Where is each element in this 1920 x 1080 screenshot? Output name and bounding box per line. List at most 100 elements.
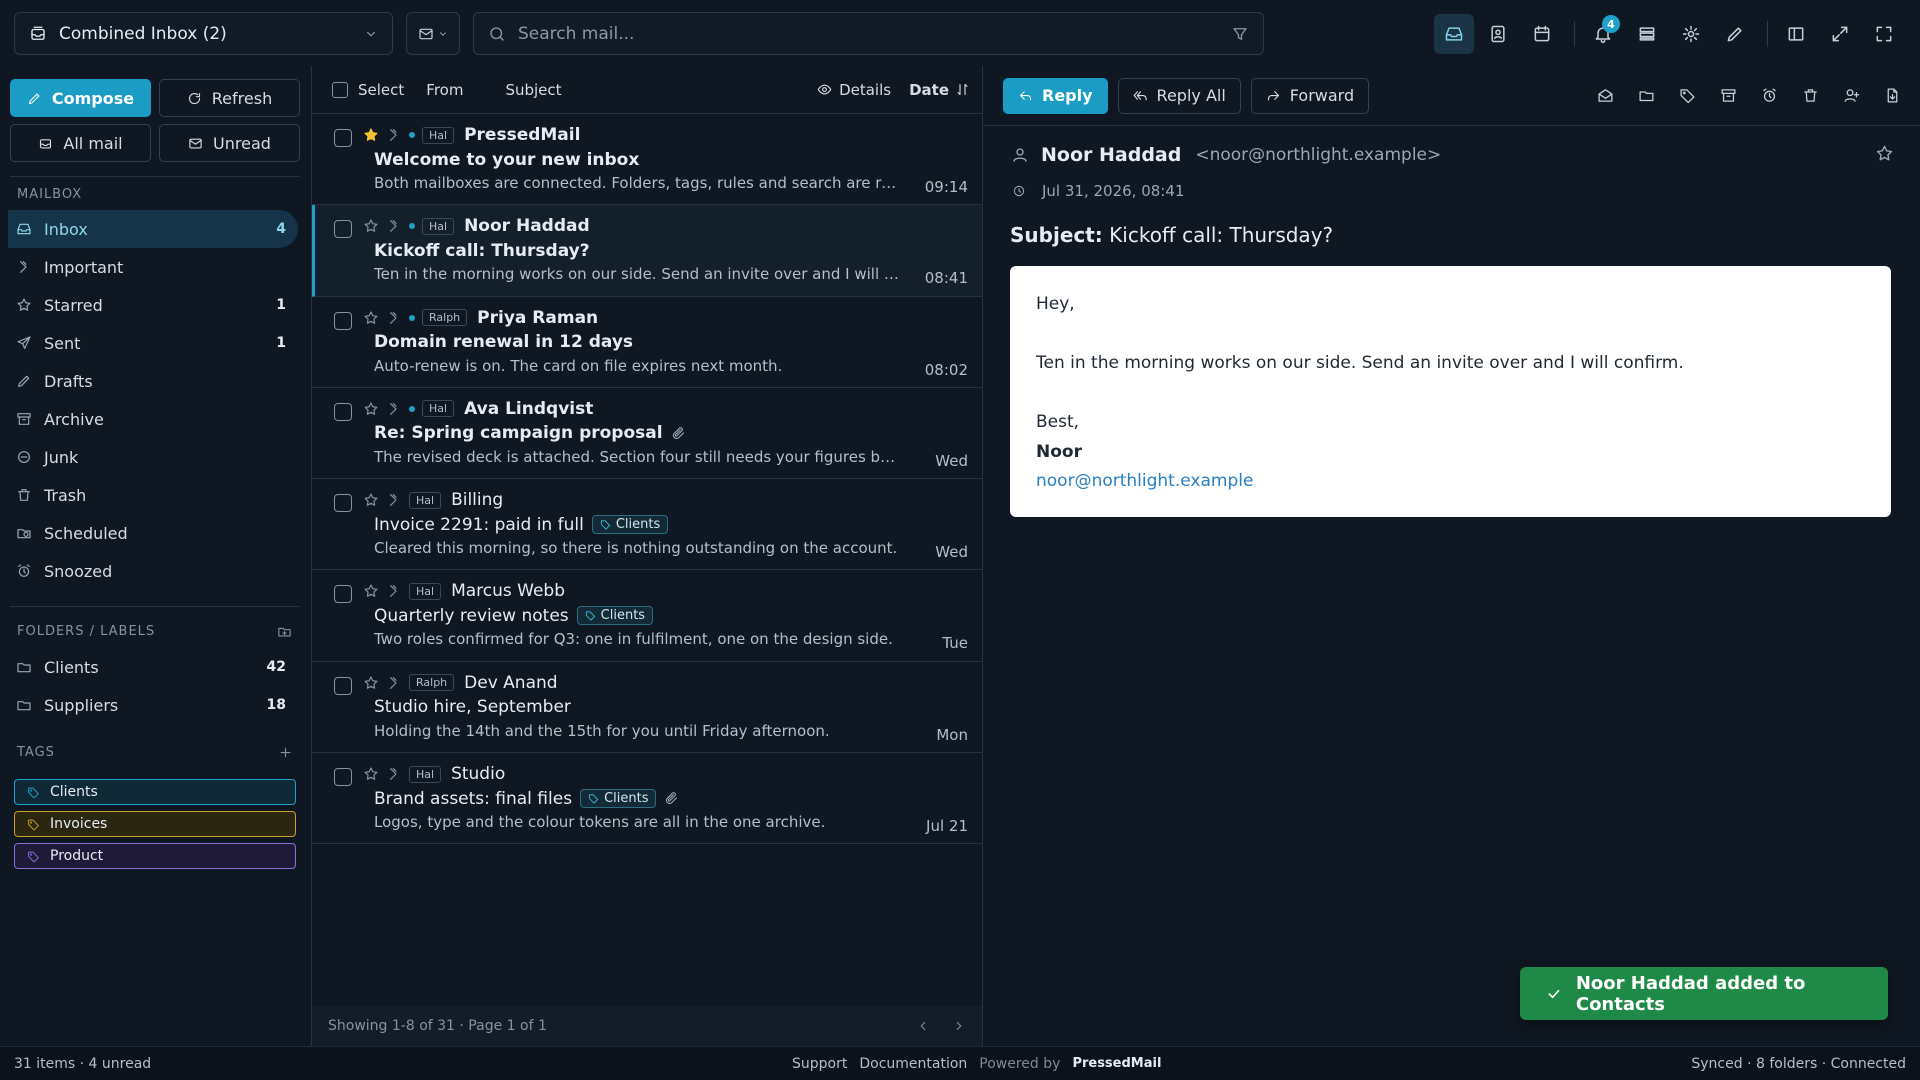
toggle-panel-button[interactable] xyxy=(1776,14,1816,54)
sidebar-item-label: Drafts xyxy=(44,371,93,391)
row-checkbox[interactable] xyxy=(334,220,352,239)
important-icon[interactable] xyxy=(386,127,402,143)
star-icon[interactable] xyxy=(363,583,379,599)
select-all[interactable]: Select xyxy=(332,81,404,99)
sidebar-item-inbox[interactable]: Inbox 4 xyxy=(8,210,298,248)
signature-email-link[interactable]: noor@northlight.example xyxy=(1036,467,1865,497)
row-checkbox[interactable] xyxy=(334,768,352,787)
mark-read-icon[interactable] xyxy=(1597,87,1614,104)
tag-clients[interactable]: Clients xyxy=(14,779,296,805)
sidebar-item-suppliers[interactable]: Suppliers 18 xyxy=(8,686,298,724)
contacts-button[interactable] xyxy=(1478,14,1518,54)
chevron-right-icon[interactable] xyxy=(952,1019,966,1033)
tag-invoices[interactable]: Invoices xyxy=(14,811,296,837)
sort-date[interactable]: Date xyxy=(909,81,970,99)
tag-chip[interactable]: Clients xyxy=(576,606,654,626)
details-toggle[interactable]: Details xyxy=(817,81,891,99)
mail-type-dropdown[interactable] xyxy=(406,12,460,55)
message-row[interactable]: Hal Studio Brand assets: final files Client… xyxy=(312,753,982,845)
sender-name[interactable]: Noor Haddad xyxy=(1041,144,1181,166)
star-icon[interactable] xyxy=(363,675,379,691)
sidebar-item-archive[interactable]: Archive xyxy=(8,400,298,438)
fullscreen-button[interactable] xyxy=(1864,14,1904,54)
expand-button[interactable] xyxy=(1820,14,1860,54)
star-icon[interactable] xyxy=(363,766,379,782)
edit-button[interactable] xyxy=(1715,14,1755,54)
message-row[interactable]: Hal Marcus Webb Quarterly review notes Clie… xyxy=(312,570,982,662)
forward-button[interactable]: Forward xyxy=(1250,77,1370,114)
tag-chip[interactable]: Clients xyxy=(591,515,669,535)
mail-view-button[interactable] xyxy=(1434,14,1474,54)
sidebar-item-trash[interactable]: Trash xyxy=(8,476,298,514)
important-icon[interactable] xyxy=(386,675,402,691)
settings-button[interactable] xyxy=(1671,14,1711,54)
forward-label: Forward xyxy=(1289,86,1355,105)
sidebar-item-sent[interactable]: Sent 1 xyxy=(8,324,298,362)
row-checkbox[interactable] xyxy=(334,585,352,604)
star-icon[interactable] xyxy=(363,401,379,417)
all-mail-button[interactable]: All mail xyxy=(10,124,151,162)
brand-name[interactable]: PressedMail xyxy=(1072,1056,1161,1071)
row-checkbox[interactable] xyxy=(334,494,352,513)
notifications-button[interactable]: 4 xyxy=(1583,14,1623,54)
important-icon[interactable] xyxy=(386,492,402,508)
archive-icon[interactable] xyxy=(1720,87,1737,104)
export-file-icon[interactable] xyxy=(1884,87,1901,104)
documentation-link[interactable]: Documentation xyxy=(859,1056,967,1072)
sidebar-item-scheduled[interactable]: Scheduled xyxy=(8,514,298,552)
sidebar-item-drafts[interactable]: Drafts xyxy=(8,362,298,400)
compose-button[interactable]: Compose xyxy=(10,79,151,117)
sort-subject[interactable]: Subject xyxy=(505,81,561,99)
row-header: Hal Marcus Webb xyxy=(363,580,968,602)
row-checkbox[interactable] xyxy=(334,311,352,330)
filter-icon[interactable] xyxy=(1231,25,1249,43)
row-checkbox[interactable] xyxy=(334,402,352,421)
tag-chip[interactable]: Clients xyxy=(580,789,657,809)
message-row[interactable]: Ralph Priya Raman Domain renewal in 12 day… xyxy=(312,297,982,388)
support-link[interactable]: Support xyxy=(792,1056,847,1072)
message-row[interactable]: Hal PressedMail Welcome to your new inbox B… xyxy=(312,114,982,206)
preview-text: Cleared this morning, so there is nothin… xyxy=(374,539,898,558)
message-row[interactable]: Hal Billing Invoice 2291: paid in full Clie… xyxy=(312,479,982,571)
density-button[interactable] xyxy=(1627,14,1667,54)
all-mail-label: All mail xyxy=(63,133,123,153)
sidebar-item-snoozed[interactable]: Snoozed xyxy=(8,552,298,590)
star-message-button[interactable] xyxy=(1875,144,1894,163)
reply-all-button[interactable]: Reply All xyxy=(1117,77,1241,114)
star-icon[interactable] xyxy=(363,310,379,326)
message-row[interactable]: Ralph Dev Anand Studio hire, September Hold… xyxy=(312,662,982,754)
refresh-button[interactable]: Refresh xyxy=(159,79,300,117)
select-all-checkbox[interactable] xyxy=(332,81,348,98)
row-checkbox[interactable] xyxy=(334,129,352,147)
star-icon[interactable] xyxy=(363,492,379,508)
important-icon[interactable] xyxy=(386,310,402,326)
message-row[interactable]: Hal Ava Lindqvist Re: Spring campaign prop… xyxy=(312,388,982,480)
sidebar-item-important[interactable]: Important xyxy=(8,248,298,286)
sidebar-item-junk[interactable]: Junk xyxy=(8,438,298,476)
trash-icon[interactable] xyxy=(1802,87,1819,104)
message-row[interactable]: Hal Noor Haddad Kickoff call: Thursday? Ten… xyxy=(312,205,982,297)
important-icon[interactable] xyxy=(386,583,402,599)
add-tag-button[interactable] xyxy=(278,745,293,760)
move-folder-icon[interactable] xyxy=(1638,87,1655,104)
star-icon[interactable] xyxy=(363,127,379,143)
tag-icon[interactable] xyxy=(1679,87,1696,104)
sidebar-item-clients[interactable]: Clients 42 xyxy=(8,648,298,686)
search-input[interactable] xyxy=(518,23,1231,44)
chevron-left-icon[interactable] xyxy=(916,1019,930,1033)
important-icon[interactable] xyxy=(386,218,402,234)
add-contact-icon[interactable] xyxy=(1843,87,1860,104)
star-icon[interactable] xyxy=(363,218,379,234)
important-icon[interactable] xyxy=(386,766,402,782)
unread-button[interactable]: Unread xyxy=(159,124,300,162)
account-selector[interactable]: Combined Inbox (2) xyxy=(14,12,393,55)
sidebar-item-starred[interactable]: Starred 1 xyxy=(8,286,298,324)
reply-button[interactable]: Reply xyxy=(1003,77,1108,114)
snooze-icon[interactable] xyxy=(1761,87,1778,104)
sort-from[interactable]: From xyxy=(426,81,463,99)
important-icon[interactable] xyxy=(386,401,402,417)
add-folder-button[interactable] xyxy=(277,624,292,639)
row-checkbox[interactable] xyxy=(334,676,352,695)
calendar-button[interactable] xyxy=(1522,14,1562,54)
tag-product[interactable]: Product xyxy=(14,843,296,869)
